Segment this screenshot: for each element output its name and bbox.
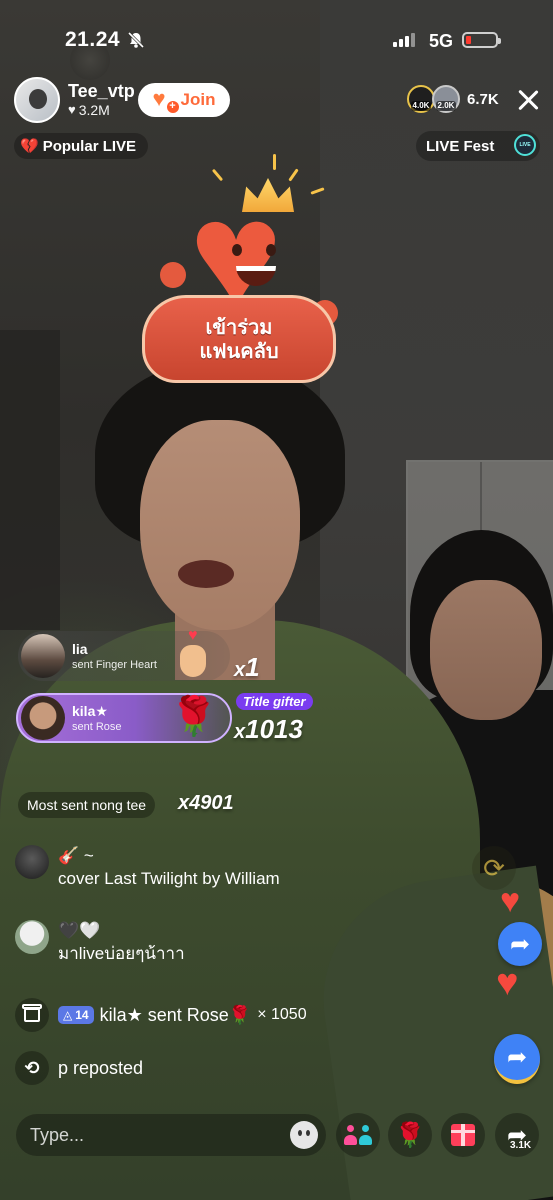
host-name: Tee_vtp: [68, 81, 135, 101]
repost-system-message[interactable]: ⟲ p reposted: [15, 1051, 143, 1085]
most-sent-label: Most sent nong tee: [18, 792, 156, 818]
heart-icon: ♥: [68, 102, 76, 117]
close-icon[interactable]: [516, 88, 540, 112]
level-badge: ◬ 14: [58, 1006, 94, 1024]
rose-icon: 🌹: [228, 1004, 252, 1025]
person-guitarist-face: [430, 580, 542, 720]
wall-shadow: [0, 330, 60, 630]
gifter-name: kila★: [72, 702, 108, 719]
quick-rose-button[interactable]: 🌹: [388, 1113, 432, 1157]
battery-icon: [462, 32, 501, 48]
commenter-avatar[interactable]: [15, 845, 49, 879]
comment-placeholder: Type...: [30, 1124, 85, 1145]
comment-text: มาliveบ่อยๆน้าาา: [58, 944, 185, 963]
join-fanclub-button[interactable]: Join: [138, 83, 230, 117]
mascot-eye: [266, 244, 276, 256]
level-number: 14: [75, 1008, 89, 1022]
gift-box-icon: [22, 1004, 42, 1022]
comment-emoji: 🎸 ~: [58, 846, 94, 865]
viewer-avatar[interactable]: 4.0K: [407, 85, 435, 113]
host-likes-count: 3.2M: [78, 102, 110, 118]
bell-slash-icon: [127, 31, 145, 49]
chat-comment[interactable]: 🎸 ~ cover Last Twilight by William: [15, 845, 280, 891]
person-host-face: [140, 420, 300, 630]
gift-description: sent Finger Heart: [72, 658, 157, 671]
status-time: 21.24: [65, 28, 121, 51]
chat-comment[interactable]: 🖤🤍 มาliveบ่อยๆน้าาา: [15, 920, 185, 966]
repost-icon: ⟲: [24, 1057, 40, 1078]
share-arrow-icon[interactable]: ➦: [494, 1034, 540, 1084]
viewer-count[interactable]: 6.7K: [467, 91, 499, 108]
combo-number: 1013: [245, 714, 303, 744]
commenter-avatar[interactable]: [15, 920, 49, 954]
gift-combo-count: x1013: [234, 714, 303, 744]
share-count: 3.1K: [510, 1140, 532, 1151]
title-gifter-badge: Title gifter: [236, 693, 313, 710]
person-host-mouth: [178, 560, 234, 588]
gifter-name: lia: [72, 640, 88, 657]
host-profile[interactable]: Tee_vtp ♥ 3.2M: [14, 76, 135, 124]
cellular-signal-icon: [393, 33, 415, 47]
multi-guest-button[interactable]: [336, 1113, 380, 1157]
popular-live-badge[interactable]: 💔 Popular LIVE: [14, 133, 149, 159]
broken-heart-icon: 💔: [20, 138, 39, 155]
most-sent-count: x4901: [178, 792, 234, 814]
viewer-badge: 2.0K: [435, 101, 457, 111]
share-arrow-icon[interactable]: ➦: [498, 922, 542, 966]
live-fest-badge[interactable]: LIVE Fest LIVE: [416, 131, 540, 161]
popular-live-label: Popular LIVE: [42, 137, 137, 155]
repost-text: p reposted: [58, 1057, 144, 1078]
users-icon: [344, 1125, 372, 1145]
rose-icon: 🌹: [170, 696, 218, 738]
gift-description: sent Rose: [72, 720, 122, 733]
join-fanclub-sticker[interactable]: เข้าร่วม แฟนคลับ: [142, 295, 336, 383]
gifter-avatar[interactable]: [21, 634, 65, 678]
comment-text: cover Last Twilight by William: [58, 869, 280, 888]
floating-heart-icon: ♥: [500, 882, 521, 920]
mascot-arm: [160, 262, 186, 288]
floating-heart-icon: ♥: [496, 962, 519, 1004]
viewer-badge: 4.0K: [410, 101, 432, 111]
viewer-avatar[interactable]: 2.0K: [432, 85, 460, 113]
heart-plus-icon: [153, 89, 179, 113]
mascot-eye: [232, 244, 242, 256]
rose-icon: 🌹: [395, 1121, 425, 1149]
gift-multiplier: × 1050: [257, 1006, 307, 1023]
finger-heart-icon: [176, 627, 210, 679]
join-label: Join: [180, 90, 216, 109]
host-avatar[interactable]: [14, 77, 60, 123]
comment-input[interactable]: Type...: [16, 1114, 326, 1156]
repost-message-icon-wrap: ⟲: [15, 1051, 49, 1085]
gift-message-text: kila★ sent Rose: [99, 1004, 229, 1025]
diamond-icon: ◬: [63, 1008, 73, 1022]
live-fest-label: LIVE Fest: [426, 137, 495, 155]
emoji-icon[interactable]: [290, 1121, 318, 1149]
combo-number: 1: [245, 652, 260, 682]
network-type: 5G: [429, 31, 454, 51]
live-fest-icon: LIVE: [514, 134, 536, 156]
gift-system-message[interactable]: ◬ 14 kila★ sent Rose 🌹 × 1050: [15, 998, 307, 1032]
top-viewers[interactable]: 4.0K 2.0K: [407, 85, 460, 113]
gift-message-icon-wrap: [15, 998, 49, 1032]
gift-combo-count: x1: [234, 652, 260, 682]
gift-button[interactable]: [441, 1113, 485, 1157]
fanclub-line1: เข้าร่วม: [205, 315, 273, 339]
fanclub-line2: แฟนคลับ: [199, 339, 279, 363]
host-likes: ♥ 3.2M: [68, 101, 135, 119]
gifter-avatar[interactable]: [21, 696, 65, 740]
comment-emoji: 🖤🤍: [58, 921, 101, 940]
present-icon: [451, 1124, 475, 1146]
